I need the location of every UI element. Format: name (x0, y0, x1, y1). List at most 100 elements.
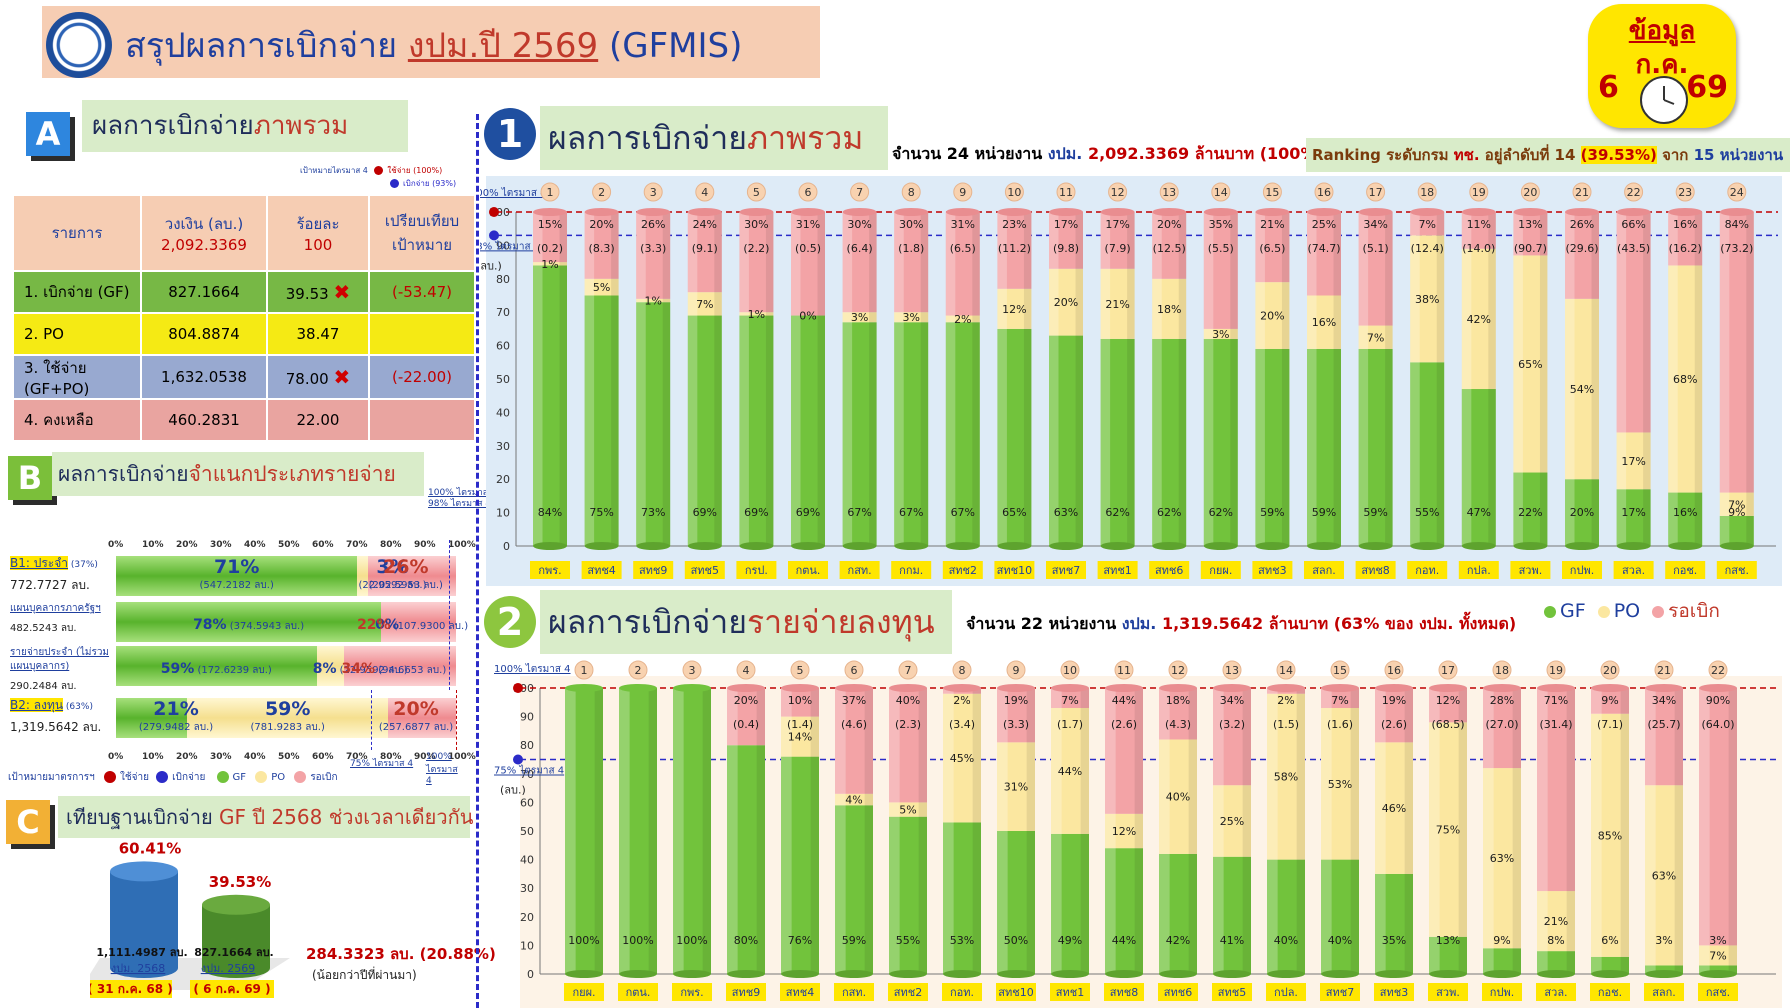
bar-shade (1230, 212, 1238, 546)
label-gf: 100% (676, 934, 707, 947)
target-label-spend: 100% ไตรมาส 4 (494, 663, 571, 675)
badge-year: 69 (1686, 70, 1728, 105)
bar-highlight (791, 212, 801, 546)
label-gf: 67% (847, 506, 871, 519)
bar-group: 2 100% กตน. (618, 660, 658, 1001)
bar-base (842, 542, 877, 550)
category-label: สทช6 (1155, 564, 1183, 577)
bar-base (1051, 970, 1089, 978)
label-remaining: (6.4) (847, 242, 873, 255)
label-gf: 49% (1058, 934, 1082, 947)
label-remaining: (11.2) (998, 242, 1031, 255)
label-wait: 31% (951, 218, 975, 231)
label-wait: 26% (1570, 218, 1594, 231)
bar-shade (1643, 212, 1651, 546)
label-wait: 35% (1209, 218, 1233, 231)
label-wait: 25% (1312, 218, 1336, 231)
label-po: 85% (1598, 829, 1622, 842)
section-b-target-bottom2: 100% ไตรมาส 4 (426, 752, 458, 786)
section-b-row-label: B2: ลงทุน (63%) 1,319.5642 ลบ. (10, 698, 102, 734)
bar-base (945, 542, 980, 550)
section-b-value-label: 20% (257.6877 ลบ.) (378, 698, 454, 733)
page-title: สรุปผลการเบิกจ่าย งปม.ปี 2569 (GFMIS) (125, 26, 743, 66)
category-label: สทช3 (1258, 564, 1286, 577)
label-wait: 34% (1220, 694, 1244, 707)
label-gf: 59% (842, 934, 866, 947)
bar-highlight (1307, 212, 1317, 546)
bar-base (1616, 542, 1651, 550)
section-b-target-bottom: 75% ไตรมาส 4 (350, 759, 414, 769)
bar-base (1429, 970, 1467, 978)
label-gf: 100% (622, 934, 653, 947)
bar-shade (559, 212, 567, 546)
panel1-number-icon: 1 (484, 108, 536, 160)
rank-label: 6 (805, 186, 812, 199)
label-po: 38% (1415, 293, 1439, 306)
vertical-divider (476, 114, 479, 1008)
label-remaining: (2.3) (895, 718, 921, 731)
bar-shade (594, 688, 603, 974)
unit-label: (ลบ.) (500, 784, 526, 797)
bar-group: 5 76% 14% 10% (1.4) สทช4 (780, 660, 820, 1001)
table-row: 2. PO 804.8874 38.47 (12, 312, 476, 356)
label-gf: 69% (796, 506, 820, 519)
label-wait: 2% (953, 694, 970, 707)
bar-group: 4 80% 20% (0.4) สทช9 (726, 660, 766, 1001)
rank-label: 9 (1013, 664, 1020, 677)
bar2-year-label: งปม. 2569 (201, 962, 256, 975)
bar-shade (1178, 212, 1187, 546)
rank-label: 18 (1495, 664, 1509, 677)
bar-base (1565, 542, 1599, 550)
label-gf: 3% (1655, 934, 1672, 947)
rank-label: 12 (1111, 186, 1125, 199)
label-wait: 40% (896, 694, 920, 707)
section-b-value-label: 59% (172.6239 ลบ.) (160, 661, 272, 677)
rank-label: 1 (547, 186, 554, 199)
bar-base (533, 542, 567, 550)
rank-label: 14 (1214, 186, 1228, 199)
label-wait: 20% (1157, 218, 1181, 231)
category-label: กปพ. (1570, 564, 1594, 577)
bar-cap (1307, 208, 1341, 216)
label-po: 40% (1166, 791, 1190, 804)
label-wait: 21% (1260, 218, 1284, 231)
axis-tick-label: 0% (108, 752, 124, 762)
bar-base (1513, 542, 1548, 550)
label-po: 63% (1652, 869, 1676, 882)
category-label: สทช10 (998, 986, 1033, 999)
rank-label: 15 (1333, 664, 1347, 677)
clock-icon (1640, 76, 1688, 124)
label-gf: 80% (734, 934, 758, 947)
panel2-number-icon: 2 (484, 596, 536, 648)
label-gf: 8% (1547, 934, 1564, 947)
category-label: กสท. (848, 564, 872, 577)
label-po: 12% (1112, 825, 1136, 838)
bar-cap (835, 684, 873, 692)
bar-base (739, 542, 774, 550)
bar-shade (1539, 212, 1548, 546)
bar-base (997, 542, 1032, 550)
bar-group: 23 16% 68% 16% (16.2) กอช. (1665, 182, 1706, 579)
section-b-chart: 0% 10% 20% 30% 40% 50% 60% 70% 80% 90% 100% 0% 10% 20… (10, 540, 476, 770)
label-wait: 31% (796, 218, 820, 231)
table-row: 3. ใช้จ่าย (GF+PO) 1,632.0538 78.00 ✖ (-… (12, 354, 476, 400)
label-po: 75% (1436, 824, 1460, 837)
category-label: กสท. (842, 986, 866, 999)
target-spend-dot-icon (489, 207, 499, 217)
bar2-date-label: ( 6 ก.ค. 69 ) (193, 982, 270, 996)
rank-label: 4 (743, 664, 750, 677)
category-label: สทช9 (639, 564, 667, 577)
bar-group: 3 73% 1% 26% (3.3) สทช9 (633, 182, 674, 579)
section-b-row-label: รายจ่ายประจำ (ไม่รวมแผนบุคลากร) 290.2484… (10, 647, 110, 692)
bar-base (1375, 970, 1413, 978)
bar-cap (1100, 208, 1135, 216)
section-b-icon: B (8, 456, 52, 500)
section-b-value-label: 34% (94.6653 ลบ.) (341, 661, 447, 677)
label-po: 1% (748, 308, 765, 321)
rank-label: 23 (1678, 186, 1692, 199)
label-remaining: (0.5) (795, 242, 821, 255)
category-label: สทช1 (1056, 986, 1084, 999)
bar-cap (889, 684, 927, 692)
table-row: 1. เบิกจ่าย (GF) 827.1664 39.53 ✖ (-53.4… (12, 270, 476, 314)
bar-group: 6 59% 4% 37% (4.6) กสท. (834, 660, 874, 1001)
